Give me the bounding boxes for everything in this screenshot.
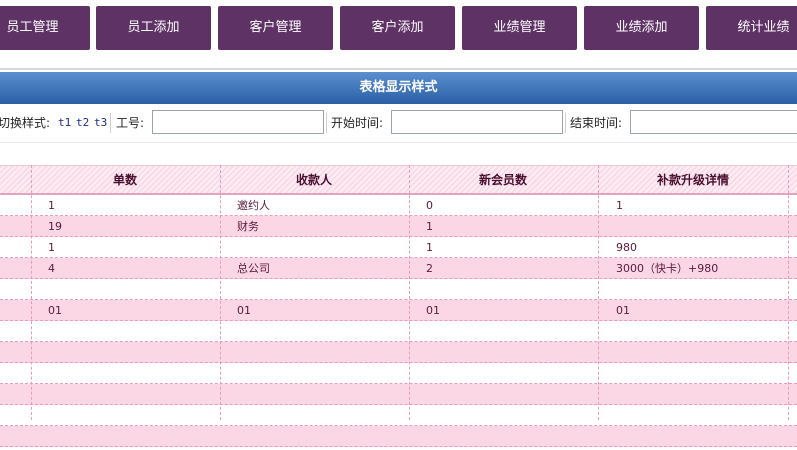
filter-bar: 切换样式: t1 t2 t3 工号: 开始时间: 结束时间: bbox=[0, 104, 797, 143]
cell-new-members: 1 bbox=[426, 220, 433, 233]
table-row bbox=[0, 384, 797, 405]
section-title-bar: 表格显示样式 bbox=[0, 72, 797, 104]
cell-upgrade-details: 3000（快卡）+980 bbox=[616, 262, 719, 275]
cell-upgrade-details: 1 bbox=[616, 199, 623, 212]
nav-divider bbox=[0, 68, 797, 70]
column-header-new-members: 新会员数 bbox=[478, 173, 527, 187]
filter-separator bbox=[110, 113, 111, 133]
table-row bbox=[0, 405, 797, 426]
table-row: 19 财务 1 bbox=[0, 216, 797, 237]
column-header-payee: 收款人 bbox=[295, 173, 332, 187]
nav-performance-stats[interactable]: 统计业绩 bbox=[706, 6, 797, 50]
style-switch-label: 切换样式: bbox=[0, 116, 51, 130]
start-time-input[interactable] bbox=[391, 110, 563, 134]
cell-count: 4 bbox=[48, 262, 55, 275]
table-row bbox=[0, 426, 797, 447]
column-divider bbox=[409, 165, 410, 420]
nav-employee-manage[interactable]: 员工管理 bbox=[0, 6, 90, 50]
column-divider bbox=[598, 165, 599, 420]
cell-upgrade-details: 01 bbox=[616, 304, 630, 317]
cell-payee: 总公司 bbox=[237, 262, 270, 275]
cell-payee: 邀约人 bbox=[237, 199, 270, 212]
cell-upgrade-details: 980 bbox=[616, 241, 637, 254]
end-time-label: 结束时间: bbox=[570, 116, 623, 130]
nav-employee-add[interactable]: 员工添加 bbox=[96, 6, 211, 50]
cell-count: 1 bbox=[48, 199, 55, 212]
employee-id-input[interactable] bbox=[152, 110, 324, 134]
start-time-label: 开始时间: bbox=[331, 116, 384, 130]
style-t3-link[interactable]: t3 bbox=[94, 104, 107, 142]
table-row bbox=[0, 321, 797, 342]
table-row: 4 总公司 2 3000（快卡）+980 bbox=[0, 258, 797, 279]
style-t1-link[interactable]: t1 bbox=[58, 104, 71, 142]
cell-new-members: 1 bbox=[426, 241, 433, 254]
nav-performance-manage[interactable]: 业绩管理 bbox=[462, 6, 577, 50]
employee-id-label: 工号: bbox=[116, 116, 145, 130]
table-row: 01 01 01 01 bbox=[0, 300, 797, 321]
nav-customer-manage[interactable]: 客户管理 bbox=[218, 6, 333, 50]
table-header: 单数 收款人 新会员数 补款升级详情 bbox=[0, 165, 797, 195]
nav-customer-add[interactable]: 客户添加 bbox=[340, 6, 455, 50]
column-divider bbox=[220, 165, 221, 420]
cell-count: 01 bbox=[48, 304, 62, 317]
top-nav: 员工管理 员工添加 客户管理 客户添加 业绩管理 业绩添加 统计业绩 bbox=[0, 0, 797, 54]
cell-new-members: 2 bbox=[426, 262, 433, 275]
table-row bbox=[0, 342, 797, 363]
table-row: 1 邀约人 0 1 bbox=[0, 195, 797, 216]
column-divider bbox=[31, 165, 32, 420]
cell-count: 19 bbox=[48, 220, 62, 233]
nav-performance-add[interactable]: 业绩添加 bbox=[584, 6, 699, 50]
table-row bbox=[0, 363, 797, 384]
end-time-input[interactable] bbox=[630, 110, 797, 134]
style-t2-link[interactable]: t2 bbox=[76, 104, 89, 142]
table-row bbox=[0, 279, 797, 300]
table-row: 1 1 980 bbox=[0, 237, 797, 258]
filter-separator bbox=[326, 113, 327, 133]
column-header-upgrade-details: 补款升级详情 bbox=[656, 173, 729, 187]
cell-new-members: 0 bbox=[426, 199, 433, 212]
cell-payee: 01 bbox=[237, 304, 251, 317]
cell-payee: 财务 bbox=[237, 220, 259, 233]
filter-separator bbox=[565, 113, 566, 133]
column-header-count: 单数 bbox=[112, 173, 137, 187]
cell-new-members: 01 bbox=[426, 304, 440, 317]
column-divider bbox=[788, 165, 789, 420]
cell-count: 1 bbox=[48, 241, 55, 254]
